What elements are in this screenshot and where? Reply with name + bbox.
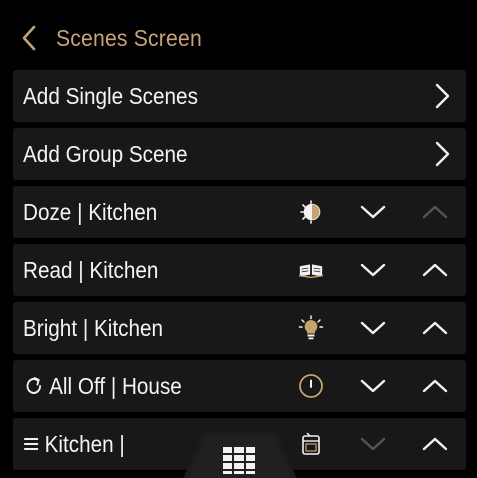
half-moon-sun-icon bbox=[298, 199, 324, 225]
move-down-button[interactable] bbox=[359, 202, 387, 222]
scene-label: Bright | Kitchen bbox=[23, 314, 164, 341]
grid-menu-icon[interactable] bbox=[222, 446, 256, 474]
menu-icon bbox=[23, 438, 39, 450]
chevron-right-icon bbox=[435, 83, 450, 109]
page-title: Scenes Screen bbox=[56, 24, 202, 51]
scene-row-doze-kitchen[interactable]: Doze | Kitchen bbox=[13, 186, 466, 238]
open-book-icon bbox=[298, 257, 324, 283]
scene-label: Read | Kitchen bbox=[23, 256, 159, 283]
move-up-button[interactable] bbox=[421, 260, 449, 280]
back-button[interactable] bbox=[20, 20, 56, 56]
scene-label-group: Kitchen | bbox=[23, 431, 125, 458]
move-down-button[interactable] bbox=[359, 434, 387, 454]
move-down-button[interactable] bbox=[359, 318, 387, 338]
chevron-left-icon bbox=[22, 25, 36, 51]
bright-bulb-icon bbox=[298, 315, 324, 341]
scene-label: All Off | House bbox=[49, 372, 182, 399]
scene-row-all-off-house[interactable]: All Off | House bbox=[13, 360, 466, 412]
row-label: Add Group Scene bbox=[23, 140, 188, 167]
power-off-icon bbox=[298, 373, 324, 399]
add-group-scene-row[interactable]: Add Group Scene bbox=[13, 128, 466, 180]
add-single-scenes-row[interactable]: Add Single Scenes bbox=[13, 70, 466, 122]
scene-row-bright-kitchen[interactable]: Bright | Kitchen bbox=[13, 302, 466, 354]
scene-label: Kitchen | bbox=[44, 430, 125, 457]
chevron-right-icon bbox=[435, 141, 450, 167]
refresh-icon bbox=[26, 377, 41, 394]
move-down-button[interactable] bbox=[359, 260, 387, 280]
row-label: Add Single Scenes bbox=[23, 82, 198, 109]
move-up-button[interactable] bbox=[421, 318, 449, 338]
header: Scenes Screen bbox=[20, 20, 215, 56]
move-up-button[interactable] bbox=[421, 376, 449, 396]
scene-label-group: All Off | House bbox=[23, 373, 182, 400]
move-down-button[interactable] bbox=[359, 376, 387, 396]
scene-label: Doze | Kitchen bbox=[23, 198, 158, 225]
move-up-button[interactable] bbox=[421, 202, 449, 222]
device-icon bbox=[298, 431, 324, 457]
scene-list: Add Single Scenes Add Group Scene Doze |… bbox=[13, 70, 466, 476]
move-up-button[interactable] bbox=[421, 434, 449, 454]
scene-row-read-kitchen[interactable]: Read | Kitchen bbox=[13, 244, 466, 296]
